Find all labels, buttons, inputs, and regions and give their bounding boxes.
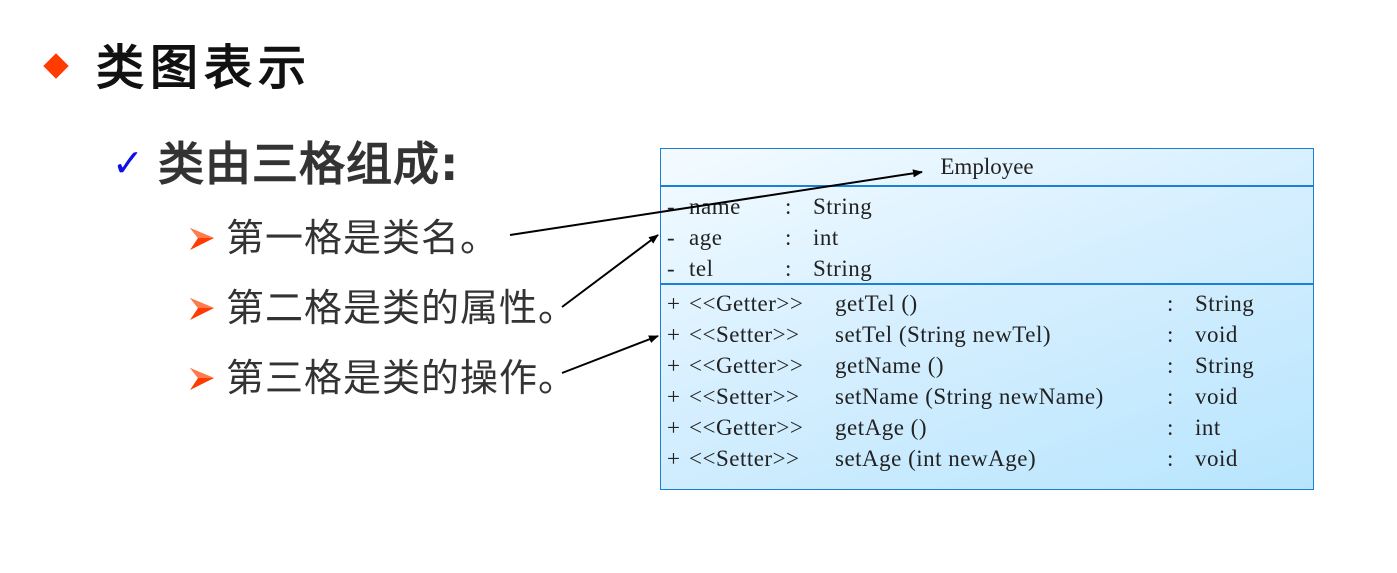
arrow-bullet-icon — [190, 298, 214, 320]
visibility: + — [667, 415, 681, 440]
attribute-type: int — [813, 225, 839, 250]
section-heading: 类由三格组成: — [158, 137, 460, 191]
colon: : — [785, 194, 792, 219]
operation-row: + <<Setter>> setTel (String newTel) : vo… — [667, 319, 1313, 350]
visibility: - — [667, 194, 676, 219]
visibility: + — [667, 322, 681, 347]
uml-class-box: Employee - name : String - age : int - t… — [660, 148, 1314, 490]
visibility: - — [667, 225, 676, 250]
checkmark-icon: ✓ — [112, 141, 144, 185]
return-type: void — [1195, 446, 1238, 471]
attribute-name: age — [689, 225, 723, 250]
arrow-bullet-icon — [190, 228, 214, 250]
list-item: 第三格是类的操作。 — [188, 352, 577, 404]
return-type: void — [1195, 322, 1238, 347]
operation-signature: getAge () — [835, 415, 927, 440]
list-item-text: 第三格是类的操作。 — [226, 356, 578, 400]
colon: : — [1167, 353, 1174, 378]
operation-signature: getTel () — [835, 291, 918, 316]
return-type: String — [1195, 353, 1255, 378]
attribute-name: name — [689, 194, 741, 219]
operation-signature: setTel (String newTel) — [835, 322, 1052, 347]
colon: : — [1167, 291, 1174, 316]
operation-signature: setName (String newName) — [835, 384, 1104, 409]
list-item: 第二格是类的属性。 — [188, 282, 577, 334]
operation-row: + <<Setter>> setAge (int newAge) : void — [667, 443, 1313, 474]
list-item-text: 第二格是类的属性。 — [226, 286, 578, 330]
colon: : — [1167, 415, 1174, 440]
stereotype: <<Getter>> — [689, 291, 804, 316]
return-type: String — [1195, 291, 1255, 316]
attribute-row: - tel : String — [667, 253, 1313, 284]
list-item: 第一格是类名。 — [188, 212, 499, 264]
attribute-name: tel — [689, 256, 714, 281]
stereotype: <<Getter>> — [689, 415, 804, 440]
uml-operations: + <<Getter>> getTel () : String + <<Sett… — [661, 285, 1313, 474]
operation-row: + <<Getter>> getAge () : int — [667, 412, 1313, 443]
visibility: + — [667, 384, 681, 409]
colon: : — [1167, 384, 1174, 409]
operation-signature: getName () — [835, 353, 945, 378]
operation-signature: setAge (int newAge) — [835, 446, 1037, 471]
uml-class-name: Employee — [661, 149, 1313, 187]
return-type: int — [1195, 415, 1221, 440]
attribute-type: String — [813, 256, 873, 281]
colon: : — [1167, 446, 1174, 471]
colon: : — [785, 225, 792, 250]
visibility: + — [667, 291, 681, 316]
operation-row: + <<Getter>> getName () : String — [667, 350, 1313, 381]
visibility: + — [667, 353, 681, 378]
operation-row: + <<Getter>> getTel () : String — [667, 288, 1313, 319]
attribute-type: String — [813, 194, 873, 219]
stereotype: <<Setter>> — [689, 384, 800, 409]
attribute-row: - age : int — [667, 222, 1313, 253]
diamond-bullet-icon — [43, 53, 69, 79]
colon: : — [785, 256, 792, 281]
slide-title: 类图表示 — [96, 40, 313, 96]
uml-attributes: - name : String - age : int - tel : Stri… — [661, 187, 1313, 285]
operation-row: + <<Setter>> setName (String newName) : … — [667, 381, 1313, 412]
arrow-bullet-icon — [190, 368, 214, 390]
stereotype: <<Setter>> — [689, 446, 800, 471]
list-item-text: 第一格是类名。 — [226, 216, 500, 260]
colon: : — [1167, 322, 1174, 347]
visibility: - — [667, 256, 676, 281]
stereotype: <<Getter>> — [689, 353, 804, 378]
visibility: + — [667, 446, 681, 471]
return-type: void — [1195, 384, 1238, 409]
attribute-row: - name : String — [667, 191, 1313, 222]
stereotype: <<Setter>> — [689, 322, 800, 347]
